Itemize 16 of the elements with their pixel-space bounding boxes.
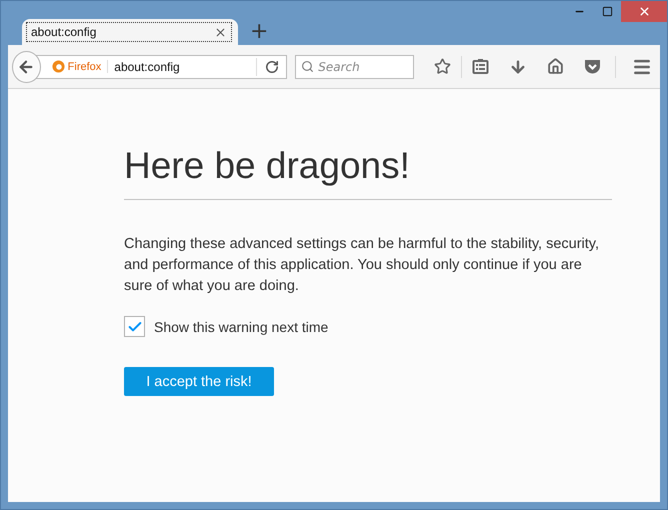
back-button[interactable] (12, 50, 41, 82)
checkbox[interactable] (124, 316, 145, 337)
page-heading: Here be dragons! (124, 145, 612, 200)
maximize-icon (602, 6, 612, 17)
search-icon (301, 60, 314, 73)
search-field[interactable]: Search (295, 54, 414, 78)
close-button[interactable] (621, 1, 667, 22)
reload-icon (264, 60, 279, 74)
url-text: about:config (113, 60, 181, 74)
close-icon (638, 5, 650, 18)
close-icon[interactable] (214, 26, 227, 38)
warning-checkbox[interactable]: Show this warning next time (124, 316, 612, 337)
warning-text: Changing these advanced settings can be harmful to the stability, security, and performance of this application. You should only continue if you are sure of what you are doing. (124, 235, 600, 296)
new-tab-button[interactable]: + (244, 21, 274, 45)
browser-tab[interactable]: about:config (22, 19, 238, 45)
checkbox-label: Show this warning next time (154, 318, 328, 334)
